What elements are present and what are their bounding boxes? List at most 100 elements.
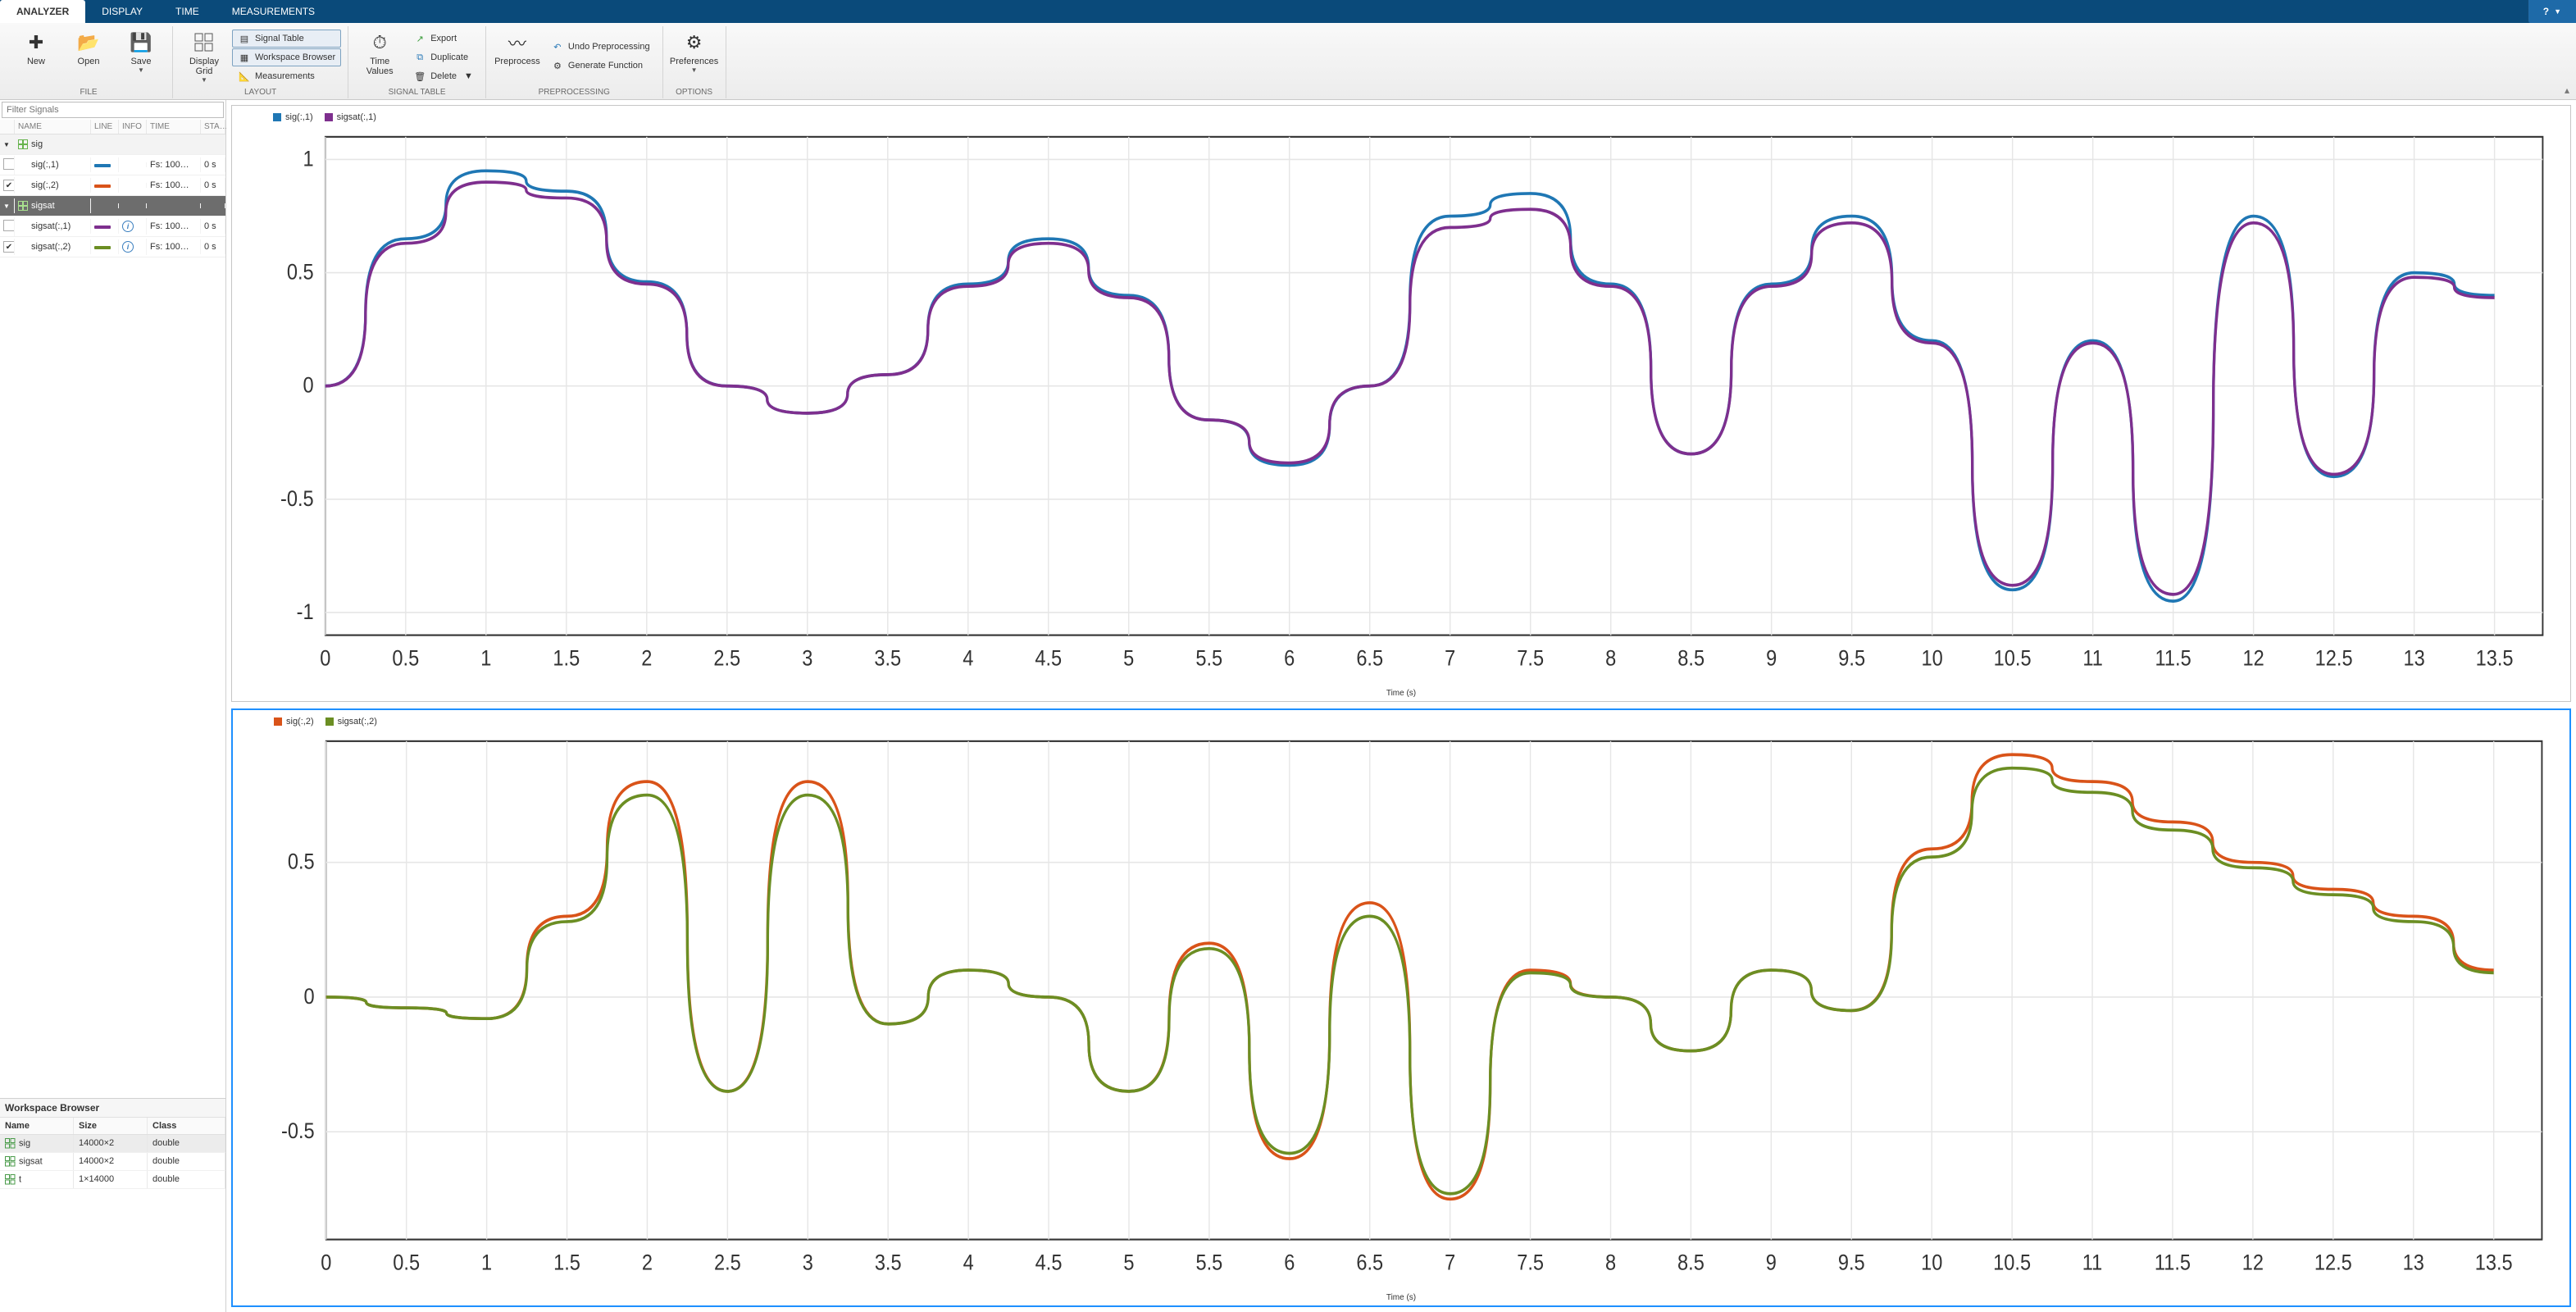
ws-header-size[interactable]: Size [74, 1118, 148, 1134]
browser-icon: ▦ [238, 51, 251, 64]
svg-text:3.5: 3.5 [875, 1250, 902, 1275]
svg-text:6.5: 6.5 [1356, 1250, 1383, 1275]
svg-text:6.5: 6.5 [1356, 646, 1383, 671]
gear-icon: ⚙ [551, 59, 564, 72]
plot-panel-bottom[interactable]: sig(:,2)sigsat(:,2) 00.511.522.533.544.5… [231, 708, 2571, 1307]
undo-preprocessing-button[interactable]: ↶Undo Preprocessing [545, 38, 656, 56]
legend-item: sig(:,1) [273, 112, 313, 122]
collapse-ribbon-button[interactable]: ▴ [2565, 84, 2569, 96]
ws-header-name[interactable]: Name [0, 1118, 74, 1134]
save-button[interactable]: 💾Save▼ [116, 30, 166, 75]
svg-text:1: 1 [303, 147, 314, 171]
svg-text:9: 9 [1766, 646, 1777, 671]
time-values-button[interactable]: ⏱Time Values [355, 30, 404, 78]
signal-checkbox[interactable] [3, 158, 15, 170]
export-icon: ↗ [413, 32, 426, 45]
chevron-down-icon: ▼ [138, 66, 144, 74]
svg-text:10: 10 [1922, 646, 1943, 671]
workspace-browser-toggle[interactable]: ▦Workspace Browser [232, 48, 341, 66]
svg-text:0.5: 0.5 [392, 646, 419, 671]
svg-text:11: 11 [2082, 1250, 2102, 1275]
signal-checkbox[interactable] [3, 220, 15, 231]
tab-measurements[interactable]: MEASUREMENTS [216, 0, 331, 23]
preferences-button[interactable]: ⚙Preferences▼ [670, 30, 719, 75]
measurements-toggle[interactable]: 📐Measurements [232, 67, 341, 85]
svg-text:0.5: 0.5 [288, 850, 315, 874]
plot-panel-top[interactable]: sig(:,1)sigsat(:,1) 00.511.522.533.544.5… [231, 105, 2571, 702]
svg-text:5: 5 [1123, 646, 1134, 671]
signal-table-toggle[interactable]: ▤Signal Table [232, 30, 341, 48]
svg-text:7: 7 [1445, 646, 1455, 671]
group-preprocessing-label: PREPROCESSING [493, 88, 656, 97]
workspace-var-row[interactable]: t 1×14000 double [0, 1171, 225, 1189]
chevron-down-icon: ▼ [464, 71, 473, 81]
workspace-var-row[interactable]: sigsat 14000×2 double [0, 1153, 225, 1171]
signal-group-row[interactable]: ▼ sigsat [0, 196, 225, 216]
ribbon: ✚New 📂Open 💾Save▼ FILE Display Grid▼ ▤Si… [0, 23, 2576, 100]
ruler-icon: 📐 [238, 70, 251, 83]
workspace-browser-title: Workspace Browser [0, 1099, 225, 1118]
open-button[interactable]: 📂Open [64, 30, 113, 68]
delete-button[interactable]: 🗑Delete▼ [407, 67, 479, 85]
svg-text:12: 12 [2243, 646, 2264, 671]
svg-text:12: 12 [2242, 1250, 2264, 1275]
svg-text:-0.5: -0.5 [280, 487, 314, 512]
tab-analyzer[interactable]: ANALYZER [0, 0, 85, 23]
svg-text:6: 6 [1284, 646, 1295, 671]
ws-header-class[interactable]: Class [148, 1118, 225, 1134]
generate-function-button[interactable]: ⚙Generate Function [545, 57, 656, 75]
signal-checkbox[interactable]: ✔ [3, 241, 15, 253]
table-icon: ▤ [238, 32, 251, 45]
svg-text:11: 11 [2082, 646, 2103, 671]
filter-signals-input[interactable] [2, 102, 223, 117]
tab-time[interactable]: TIME [159, 0, 216, 23]
svg-text:1.5: 1.5 [553, 646, 580, 671]
svg-text:5: 5 [1123, 1250, 1134, 1275]
svg-text:7: 7 [1445, 1250, 1455, 1275]
svg-text:9.5: 9.5 [1838, 1250, 1865, 1275]
group-layout-label: LAYOUT [180, 88, 341, 97]
svg-text:6: 6 [1284, 1250, 1295, 1275]
tab-display[interactable]: DISPLAY [85, 0, 159, 23]
svg-text:12.5: 12.5 [2314, 1250, 2352, 1275]
svg-text:3: 3 [803, 1250, 813, 1275]
undo-icon: ↶ [551, 40, 564, 53]
svg-text:7.5: 7.5 [1517, 646, 1544, 671]
signal-row[interactable]: sig(:,1) Fs: 100… 0 s [0, 155, 225, 175]
group-signaltable-label: SIGNAL TABLE [355, 88, 479, 97]
group-options-label: OPTIONS [670, 88, 719, 97]
signal-checkbox[interactable]: ✔ [3, 180, 15, 191]
chevron-down-icon: ▼ [2554, 7, 2561, 16]
help-menu[interactable]: ?▼ [2528, 0, 2576, 23]
svg-text:-0.5: -0.5 [281, 1119, 315, 1144]
info-icon[interactable]: i [122, 221, 134, 232]
legend-item: sigsat(:,1) [325, 112, 376, 122]
signal-group-row[interactable]: ▼ sig [0, 134, 225, 155]
svg-text:4: 4 [963, 646, 973, 671]
info-icon[interactable]: i [122, 241, 134, 253]
legend-item: sigsat(:,2) [325, 717, 377, 727]
preprocess-button[interactable]: 〰Preprocess [493, 30, 542, 68]
signal-row[interactable]: ✔ sigsat(:,2) i Fs: 100… 0 s [0, 237, 225, 257]
svg-text:13.5: 13.5 [2476, 646, 2514, 671]
workspace-var-row[interactable]: sig 14000×2 double [0, 1135, 225, 1153]
signal-table-panel: NAME LINE INFO TIME STA… ▼ sig sig(:,1) … [0, 100, 225, 1099]
svg-text:5.5: 5.5 [1196, 1250, 1223, 1275]
signal-row[interactable]: sigsat(:,1) i Fs: 100… 0 s [0, 216, 225, 237]
svg-text:2.5: 2.5 [713, 646, 740, 671]
svg-text:1: 1 [480, 646, 491, 671]
duplicate-button[interactable]: ⧉Duplicate [407, 48, 479, 66]
plot-top-legend: sig(:,1) sigsat(:,1) [273, 112, 2562, 122]
svg-text:9: 9 [1766, 1250, 1777, 1275]
svg-text:13: 13 [2403, 1250, 2424, 1275]
plot-area: sig(:,1)sigsat(:,1) 00.511.522.533.544.5… [226, 100, 2576, 1312]
folder-open-icon: 📂 [77, 31, 100, 54]
display-grid-button[interactable]: Display Grid▼ [180, 30, 229, 85]
new-button[interactable]: ✚New [11, 30, 61, 68]
svg-text:4.5: 4.5 [1035, 646, 1062, 671]
group-file-label: FILE [11, 88, 166, 97]
signal-row[interactable]: ✔ sig(:,2) Fs: 100… 0 s [0, 175, 225, 196]
workspace-browser-panel: Workspace Browser Name Size Class sig 14… [0, 1099, 225, 1312]
svg-text:1: 1 [481, 1250, 492, 1275]
export-button[interactable]: ↗Export [407, 30, 479, 48]
